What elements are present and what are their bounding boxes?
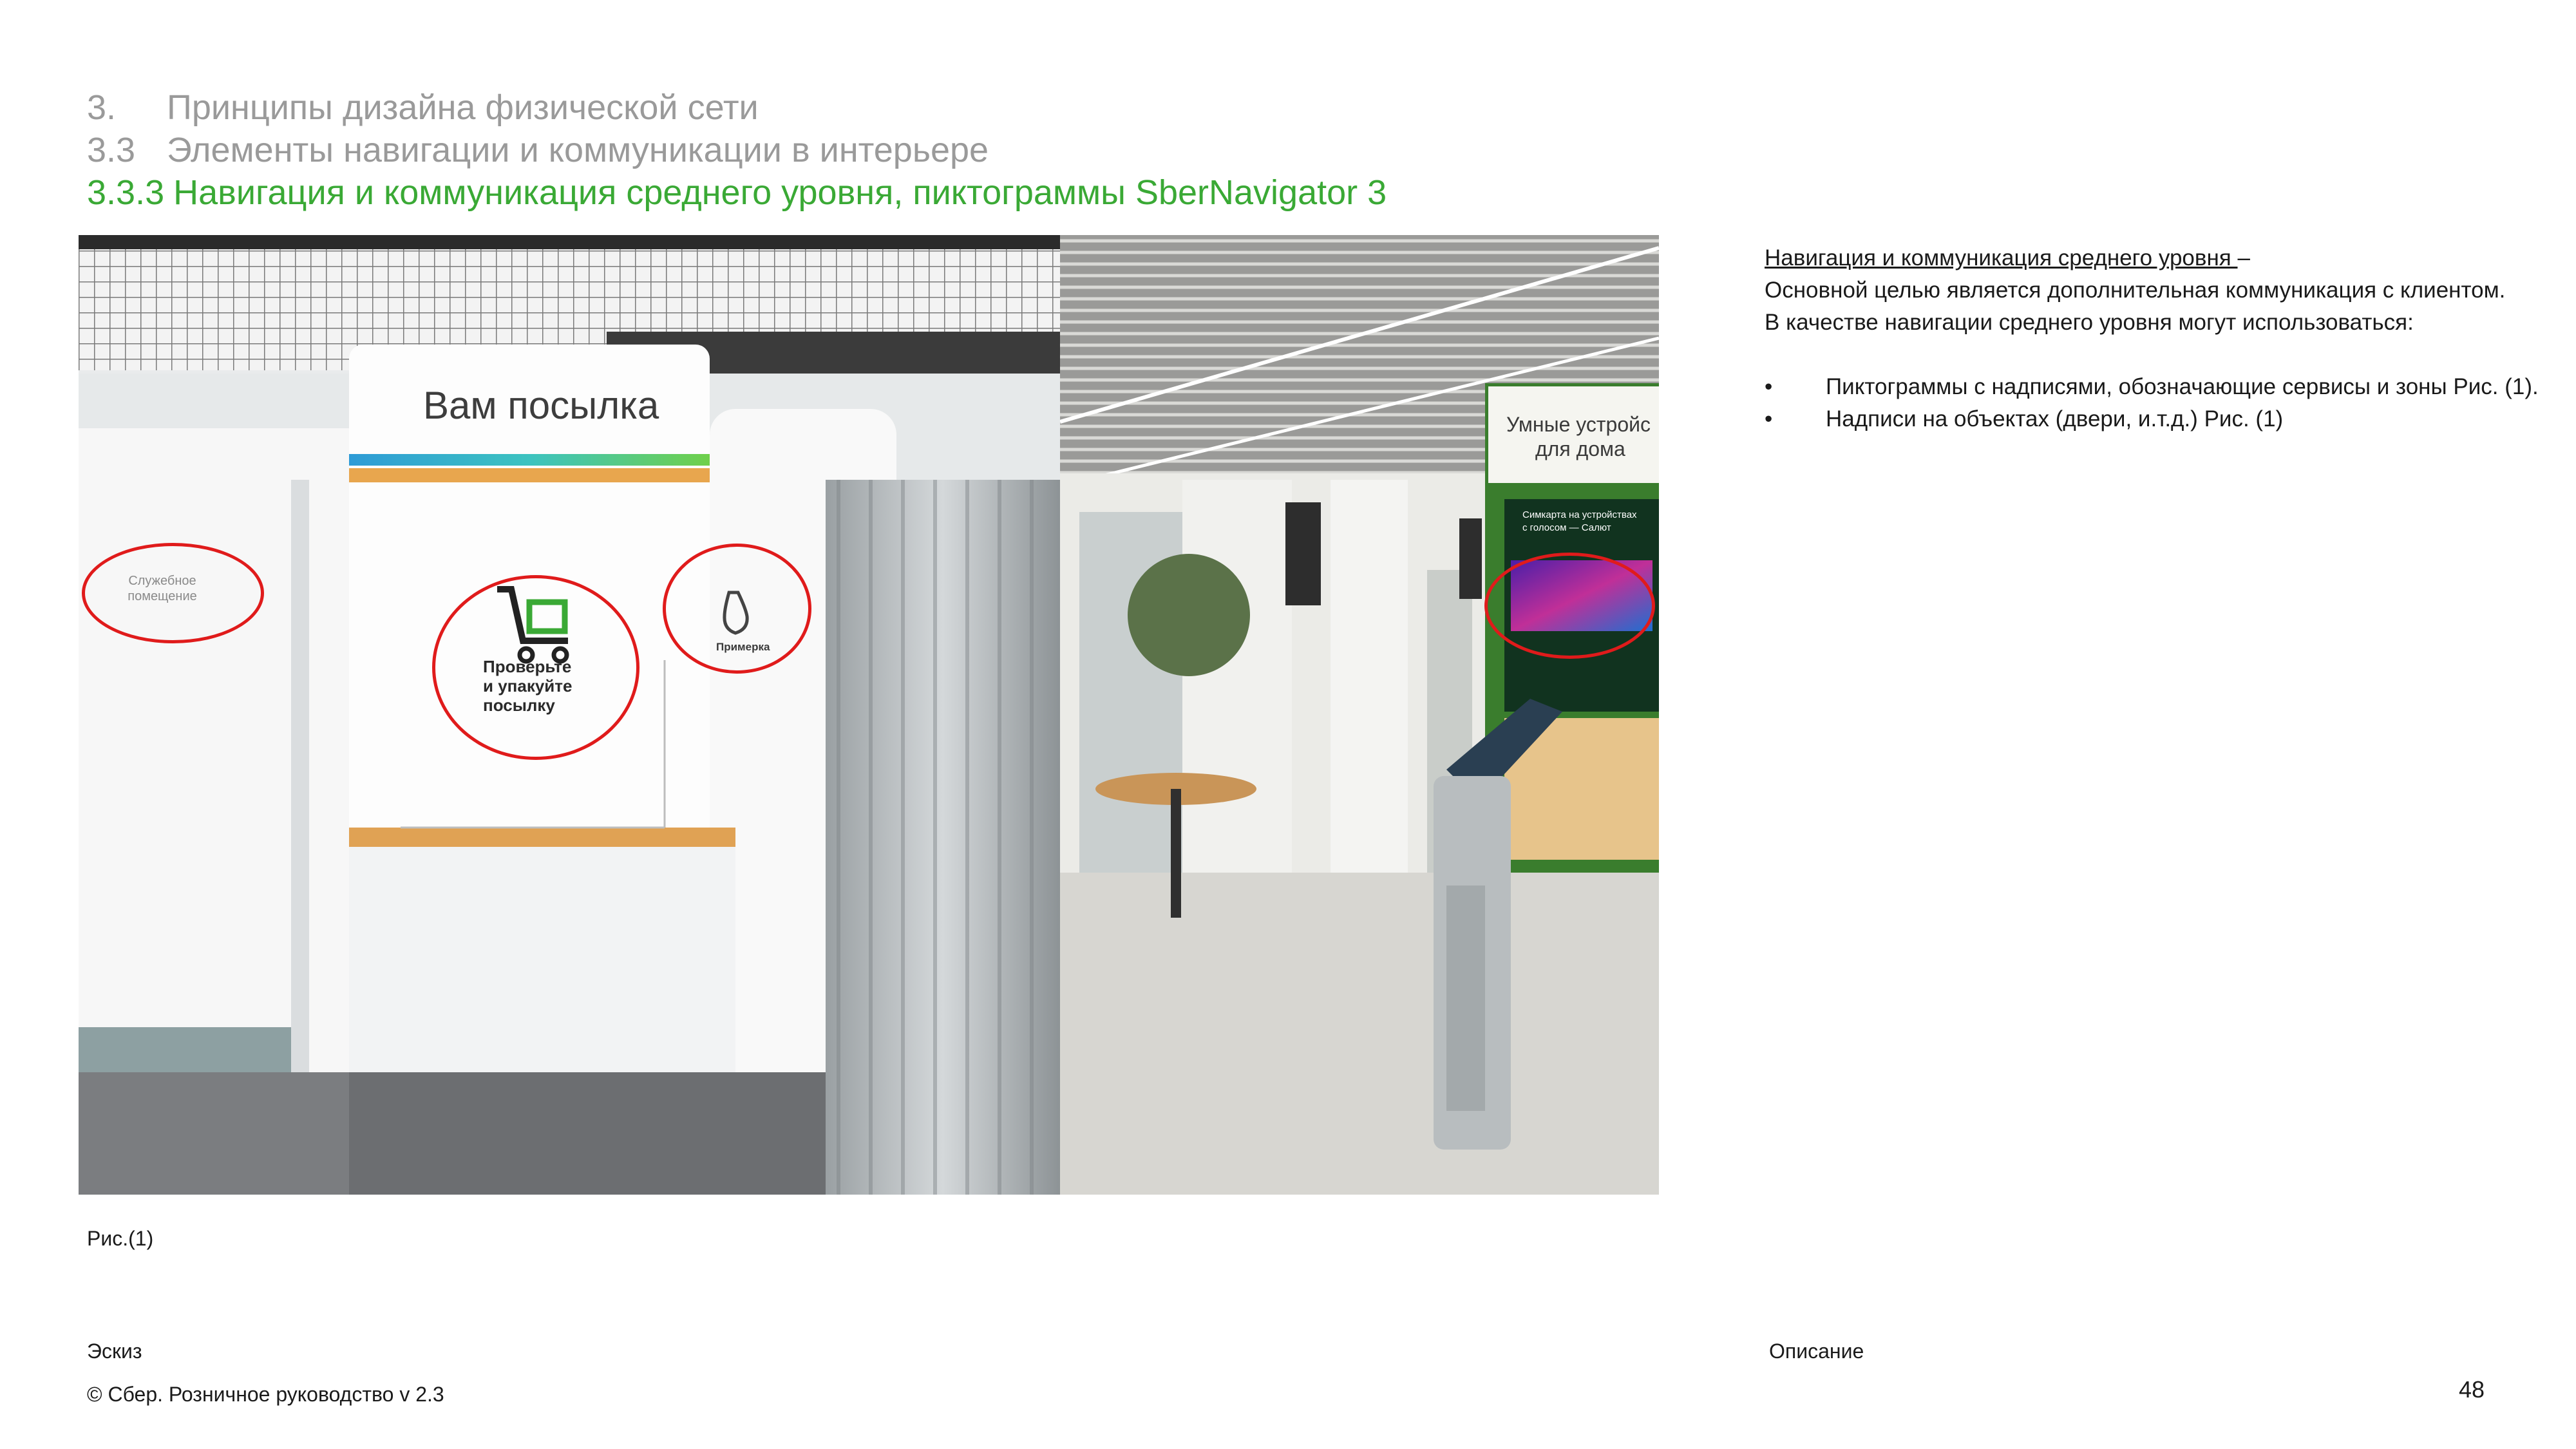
subsection-number: 3.3	[87, 131, 136, 169]
page-title-text: Навигация и коммуникация среднего уровня…	[173, 173, 1387, 212]
smart-devices-sign: Умные устройс для дома	[1506, 413, 1651, 460]
page-title-number: 3.3.3	[87, 173, 165, 212]
parcel-sign-title: Вам посылка	[423, 384, 659, 427]
description-dash: –	[2237, 245, 2250, 270]
description-goal: Основной целью является дополнительная к…	[1765, 278, 2506, 303]
annotation-circle-door	[82, 543, 264, 643]
page-number: 48	[2459, 1376, 2485, 1403]
copyright: © Сбер. Розничное руководство v 2.3	[87, 1383, 444, 1406]
subsection-heading: 3.3 Элементы навигации и коммуникации в и…	[87, 129, 989, 171]
description-term-line: Навигация и коммуникация среднего уровня…	[1765, 242, 2570, 274]
photo-office-hall: Умные устройс для дома Симкарта на устро…	[1060, 235, 1659, 1195]
office-hall-illustration	[1060, 235, 1659, 1195]
description-list: • Пиктограммы с надписями, обозначающие с…	[1765, 371, 2570, 435]
page-title: 3.3.3 Навигация и коммуникация среднего у…	[87, 171, 1387, 214]
annotation-circle-hanger	[663, 544, 811, 674]
description-block: Навигация и коммуникация среднего уровня…	[1765, 242, 2570, 435]
bullet-icon: •	[1765, 374, 1773, 399]
footer-right-label: Описание	[1769, 1340, 1864, 1363]
description-usage: В качестве навигации среднего уровня мог…	[1765, 310, 2414, 335]
annotation-circle-screen	[1484, 553, 1655, 659]
list-item: • Надписи на объектах (двери, и.т.д.) Рис…	[1765, 403, 2570, 435]
photo-parcel-zone: Вам посылка Служебное помещение Проверьт…	[79, 235, 1060, 1195]
annotation-circle-pictogram	[432, 575, 639, 760]
section-title: Принципы дизайна физической сети	[167, 88, 759, 127]
device-screen-text: Симкарта на устройствах с голосом — Салю…	[1522, 509, 1637, 533]
subsection-title: Элементы навигации и коммуникации в инте…	[167, 131, 989, 169]
list-item: • Пиктограммы с надписями, обозначающие с…	[1765, 371, 2570, 403]
footer-left-label: Эскиз	[87, 1340, 142, 1363]
description-term: Навигация и коммуникация среднего уровня	[1765, 245, 2238, 270]
section-number: 3.	[87, 88, 117, 127]
section-heading: 3. Принципы дизайна физической сети	[87, 86, 759, 129]
figure-caption: Рис.(1)	[87, 1227, 154, 1250]
bullet-icon: •	[1765, 406, 1773, 431]
